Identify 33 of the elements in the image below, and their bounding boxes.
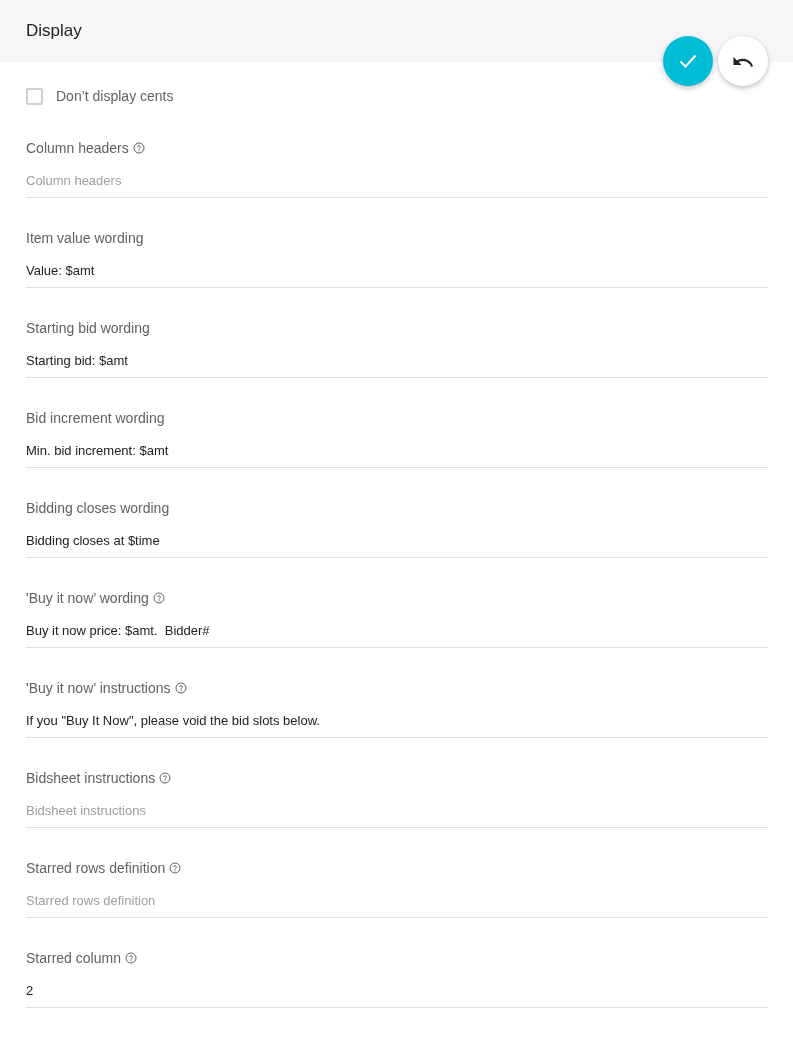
field-label: Bidsheet instructions bbox=[26, 768, 156, 788]
field-label: Bid increment wording bbox=[26, 408, 165, 428]
field-label: Item value wording bbox=[26, 228, 144, 248]
text-field[interactable]: Starting bid: $amt bbox=[26, 343, 768, 378]
text-field[interactable]: Bidsheet instructions bbox=[26, 793, 768, 828]
field-label: Column headers bbox=[26, 138, 129, 158]
field-label: Starred column bbox=[26, 948, 121, 968]
field-label: Bidding closes wording bbox=[26, 498, 170, 518]
text-field[interactable]: 2 bbox=[26, 973, 768, 1008]
text-field[interactable]: Starred rows definition bbox=[26, 883, 768, 918]
field-label: Starred rows definition bbox=[26, 858, 166, 878]
field-label: Starting bid wording bbox=[26, 318, 150, 338]
checkbox[interactable] bbox=[26, 88, 43, 105]
help-icon[interactable] bbox=[159, 772, 172, 784]
checkbox-label: Don’t display cents bbox=[56, 87, 174, 106]
text-field[interactable]: Min. bid increment: $amt bbox=[26, 433, 768, 468]
help-icon[interactable] bbox=[124, 952, 137, 964]
checkmark-icon bbox=[679, 54, 697, 68]
text-field[interactable]: If you "Buy It Now", please void the bid slots below. bbox=[26, 703, 768, 738]
text-field[interactable]: Column headers bbox=[26, 163, 768, 198]
confirm-button[interactable] bbox=[663, 36, 713, 86]
text-field[interactable]: Bidding closes at $time bbox=[26, 523, 768, 558]
help-icon[interactable] bbox=[169, 862, 182, 874]
help-icon[interactable] bbox=[132, 142, 145, 154]
undo-button[interactable] bbox=[718, 36, 768, 86]
text-field[interactable]: Value: $amt bbox=[26, 253, 768, 288]
text-field[interactable]: Buy it now price: $amt. Bidder# bbox=[26, 613, 768, 648]
section-title: Display bbox=[26, 20, 82, 43]
undo-icon bbox=[733, 55, 753, 67]
field-label: 'Buy it now’ instructions bbox=[26, 678, 171, 698]
field-label: 'Buy it now’ wording bbox=[26, 588, 149, 608]
help-icon[interactable] bbox=[174, 682, 187, 694]
help-icon[interactable] bbox=[152, 592, 165, 604]
